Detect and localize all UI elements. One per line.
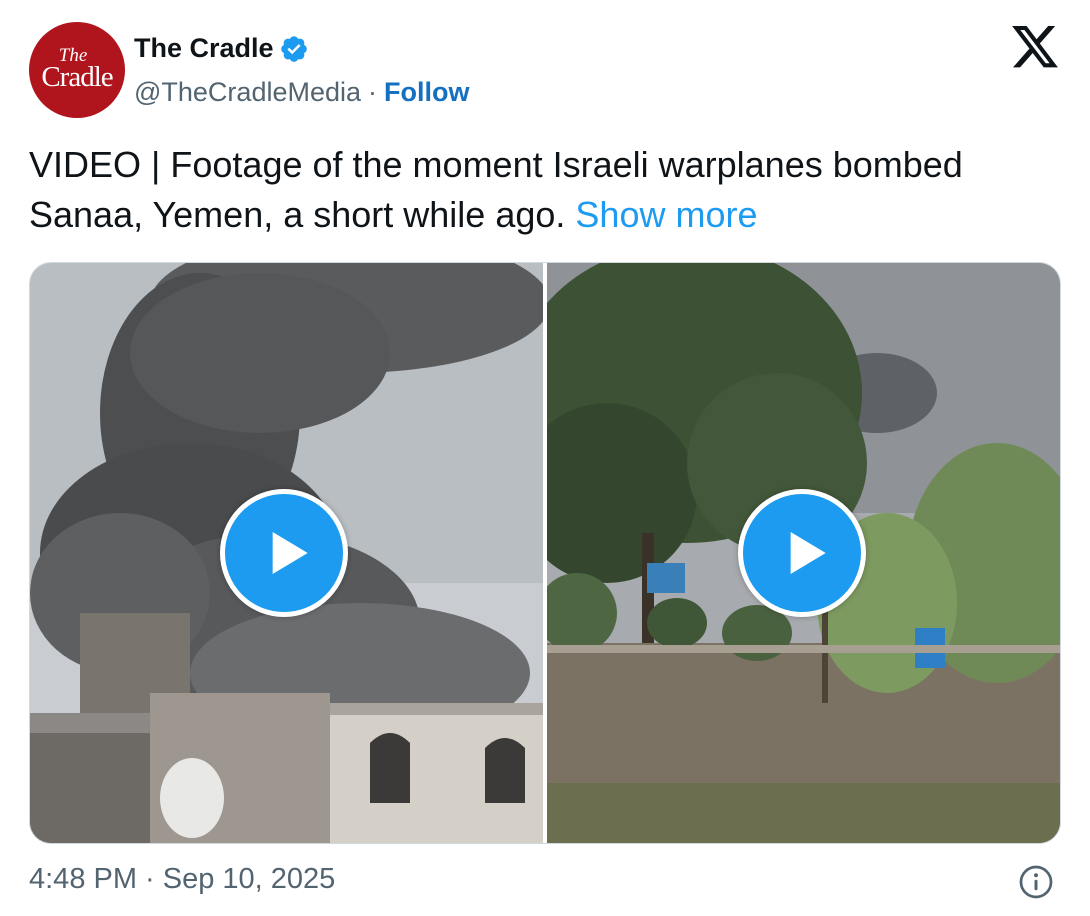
tweet-header: The Cradle The Cradle @TheCradleMedia · … xyxy=(0,0,1090,130)
separator: · xyxy=(368,77,378,107)
play-icon xyxy=(790,532,826,574)
follow-button[interactable]: Follow xyxy=(384,77,469,108)
tweet-timestamp[interactable]: 4:48 PM · Sep 10, 2025 xyxy=(29,863,335,896)
play-icon xyxy=(272,532,308,574)
name-row: The Cradle xyxy=(134,33,309,64)
video-thumbnail-left[interactable] xyxy=(30,263,543,843)
handle-row: @TheCradleMedia · Follow xyxy=(134,77,470,108)
tweet-text: VIDEO | Footage of the moment Israeli wa… xyxy=(29,140,1069,240)
verified-badge-icon xyxy=(280,35,307,62)
display-name[interactable]: The Cradle xyxy=(134,33,274,64)
info-icon[interactable] xyxy=(1018,864,1054,900)
handle[interactable]: @TheCradleMedia xyxy=(134,77,361,108)
avatar-text-bottom: Cradle xyxy=(41,61,113,93)
show-more-link[interactable]: Show more xyxy=(575,194,757,235)
avatar[interactable]: The Cradle xyxy=(29,22,125,118)
video-thumbnail-right[interactable] xyxy=(547,263,1060,843)
play-button-right[interactable] xyxy=(738,489,866,617)
tweet-body: VIDEO | Footage of the moment Israeli wa… xyxy=(29,144,963,235)
media-grid xyxy=(29,262,1061,844)
x-logo-icon[interactable] xyxy=(1012,26,1058,68)
play-button-left[interactable] xyxy=(220,489,348,617)
